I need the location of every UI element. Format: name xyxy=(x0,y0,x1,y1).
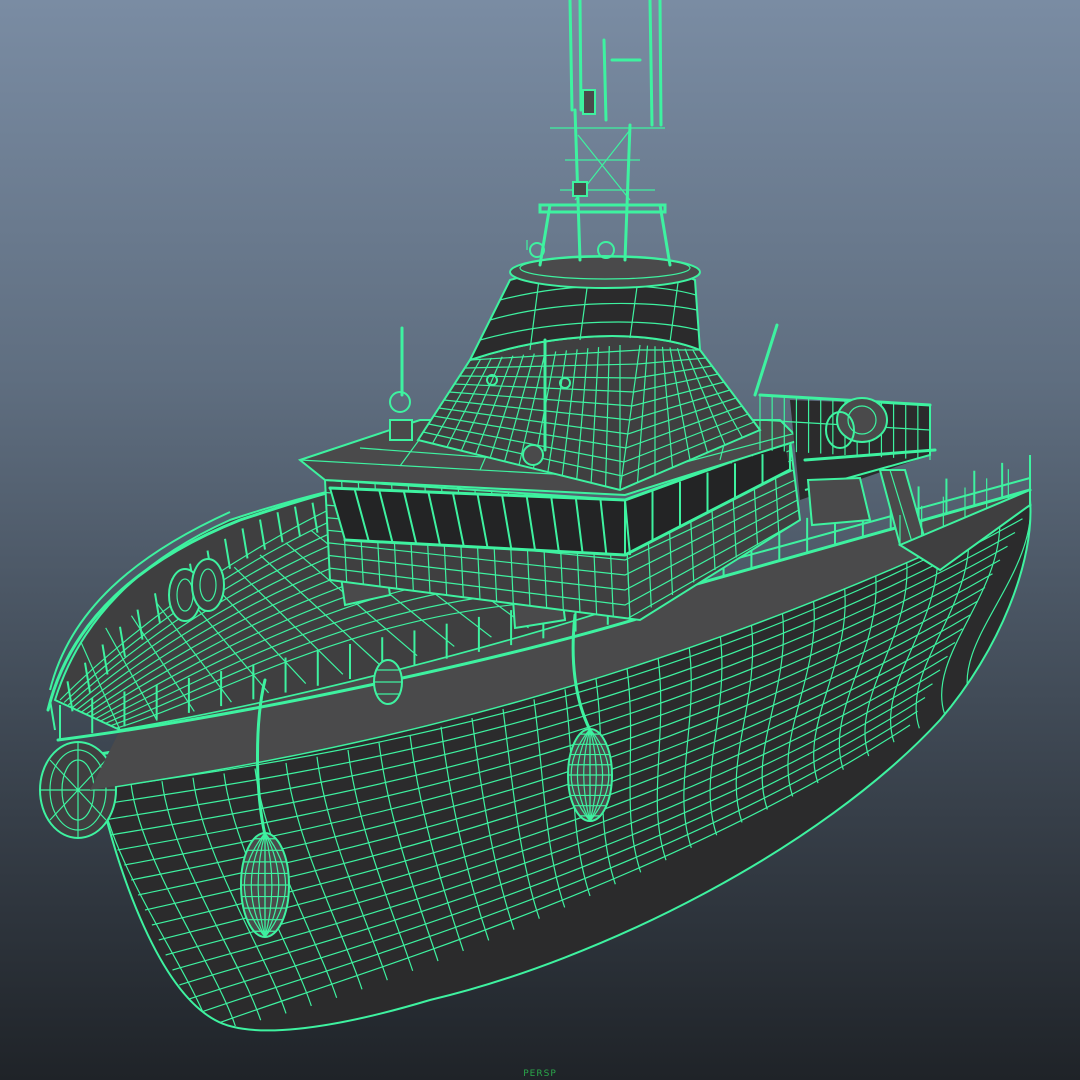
mesh-edge xyxy=(49,699,56,731)
viewport-camera-label: PERSP xyxy=(523,1069,557,1079)
bow-bumper xyxy=(39,741,117,839)
boat-wireframe-icon[interactable] xyxy=(0,0,1080,1080)
maya-perspective-viewport[interactable]: PERSP xyxy=(0,0,1080,1080)
mast xyxy=(526,0,672,267)
